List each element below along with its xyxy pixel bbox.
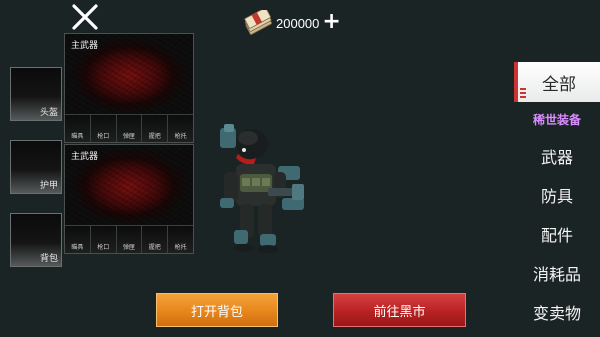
category-consumables[interactable]: 消耗品	[514, 253, 600, 292]
category-rare-equipment[interactable]: 稀世装备	[514, 102, 600, 136]
attachment-slot-scope[interactable]: 瞄具	[65, 226, 91, 253]
slot-helmet[interactable]: 头盔	[10, 67, 62, 121]
attachment-row: 瞄具 枪口 弹匣 握把 枪托	[65, 225, 193, 253]
attachment-slot-muzzle[interactable]: 枪口	[90, 226, 117, 253]
go-black-market-button[interactable]: 前往黑市	[333, 293, 466, 327]
category-attachments[interactable]: 配件	[514, 214, 600, 253]
slot-armor[interactable]: 护甲	[10, 140, 62, 194]
category-weapons[interactable]: 武器	[514, 136, 600, 175]
slot-label: 头盔	[39, 108, 58, 118]
attachment-slot-grip[interactable]: 握把	[142, 226, 169, 253]
attachment-slot-stock[interactable]: 枪托	[168, 226, 193, 253]
weapon-panel-title: 主武器	[71, 41, 99, 51]
character-model	[220, 124, 304, 253]
close-button[interactable]	[70, 2, 100, 32]
primary-weapon-panel-1[interactable]: 主武器 瞄具 枪口 弹匣 握把 枪托	[64, 33, 194, 143]
attachment-slot-scope[interactable]: 瞄具	[65, 115, 91, 142]
slot-label: 背包	[39, 254, 58, 264]
close-icon	[72, 4, 98, 30]
category-armor[interactable]: 防具	[514, 175, 600, 214]
cash-bundle-icon	[244, 10, 272, 35]
currency-display: 200000 +	[244, 8, 341, 38]
open-backpack-button[interactable]: 打开背包	[156, 293, 278, 327]
attachment-slot-grip[interactable]: 握把	[142, 115, 169, 142]
primary-weapon-panel-2[interactable]: 主武器 瞄具 枪口 弹匣 握把 枪托	[64, 144, 194, 254]
attachment-slot-muzzle[interactable]: 枪口	[90, 115, 117, 142]
slot-label: 护甲	[39, 181, 58, 191]
attachment-row: 瞄具 枪口 弹匣 握把 枪托	[65, 114, 193, 142]
category-menu: 全部 稀世装备 武器 防具 配件 消耗品 变卖物	[514, 62, 600, 331]
attachment-slot-magazine[interactable]: 弹匣	[116, 226, 143, 253]
currency-amount: 200000	[276, 15, 320, 31]
add-currency-button[interactable]: +	[322, 10, 340, 33]
category-sellables[interactable]: 变卖物	[514, 292, 600, 331]
attachment-slot-magazine[interactable]: 弹匣	[116, 115, 143, 142]
attachment-slot-stock[interactable]: 枪托	[168, 115, 193, 142]
category-all[interactable]: 全部	[514, 62, 600, 102]
slot-backpack[interactable]: 背包	[10, 213, 62, 267]
weapon-panel-title: 主武器	[71, 152, 99, 162]
